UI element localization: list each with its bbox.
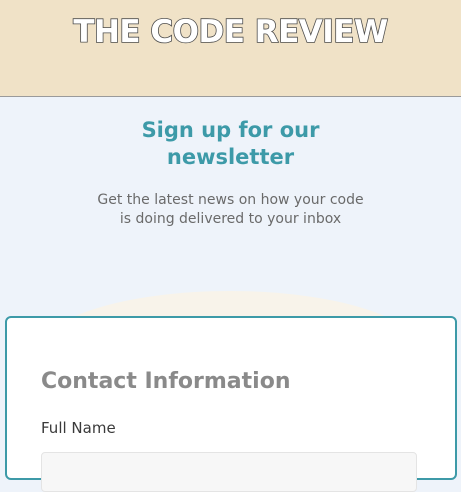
full-name-input[interactable]	[41, 452, 417, 492]
contact-information-heading: Contact Information	[41, 369, 291, 394]
site-header: THE CODE REVIEW	[0, 0, 461, 97]
newsletter-subtitle: Get the latest news on how your code is …	[97, 192, 364, 227]
site-logo[interactable]: THE CODE REVIEW	[0, 13, 461, 51]
full-name-label: Full Name	[41, 419, 116, 437]
newsletter-hero: Sign up for our newsletter Get the lates…	[0, 97, 461, 492]
newsletter-title: Sign up for our newsletter	[141, 118, 320, 169]
signup-form-card: Contact Information Full Name	[5, 316, 457, 492]
